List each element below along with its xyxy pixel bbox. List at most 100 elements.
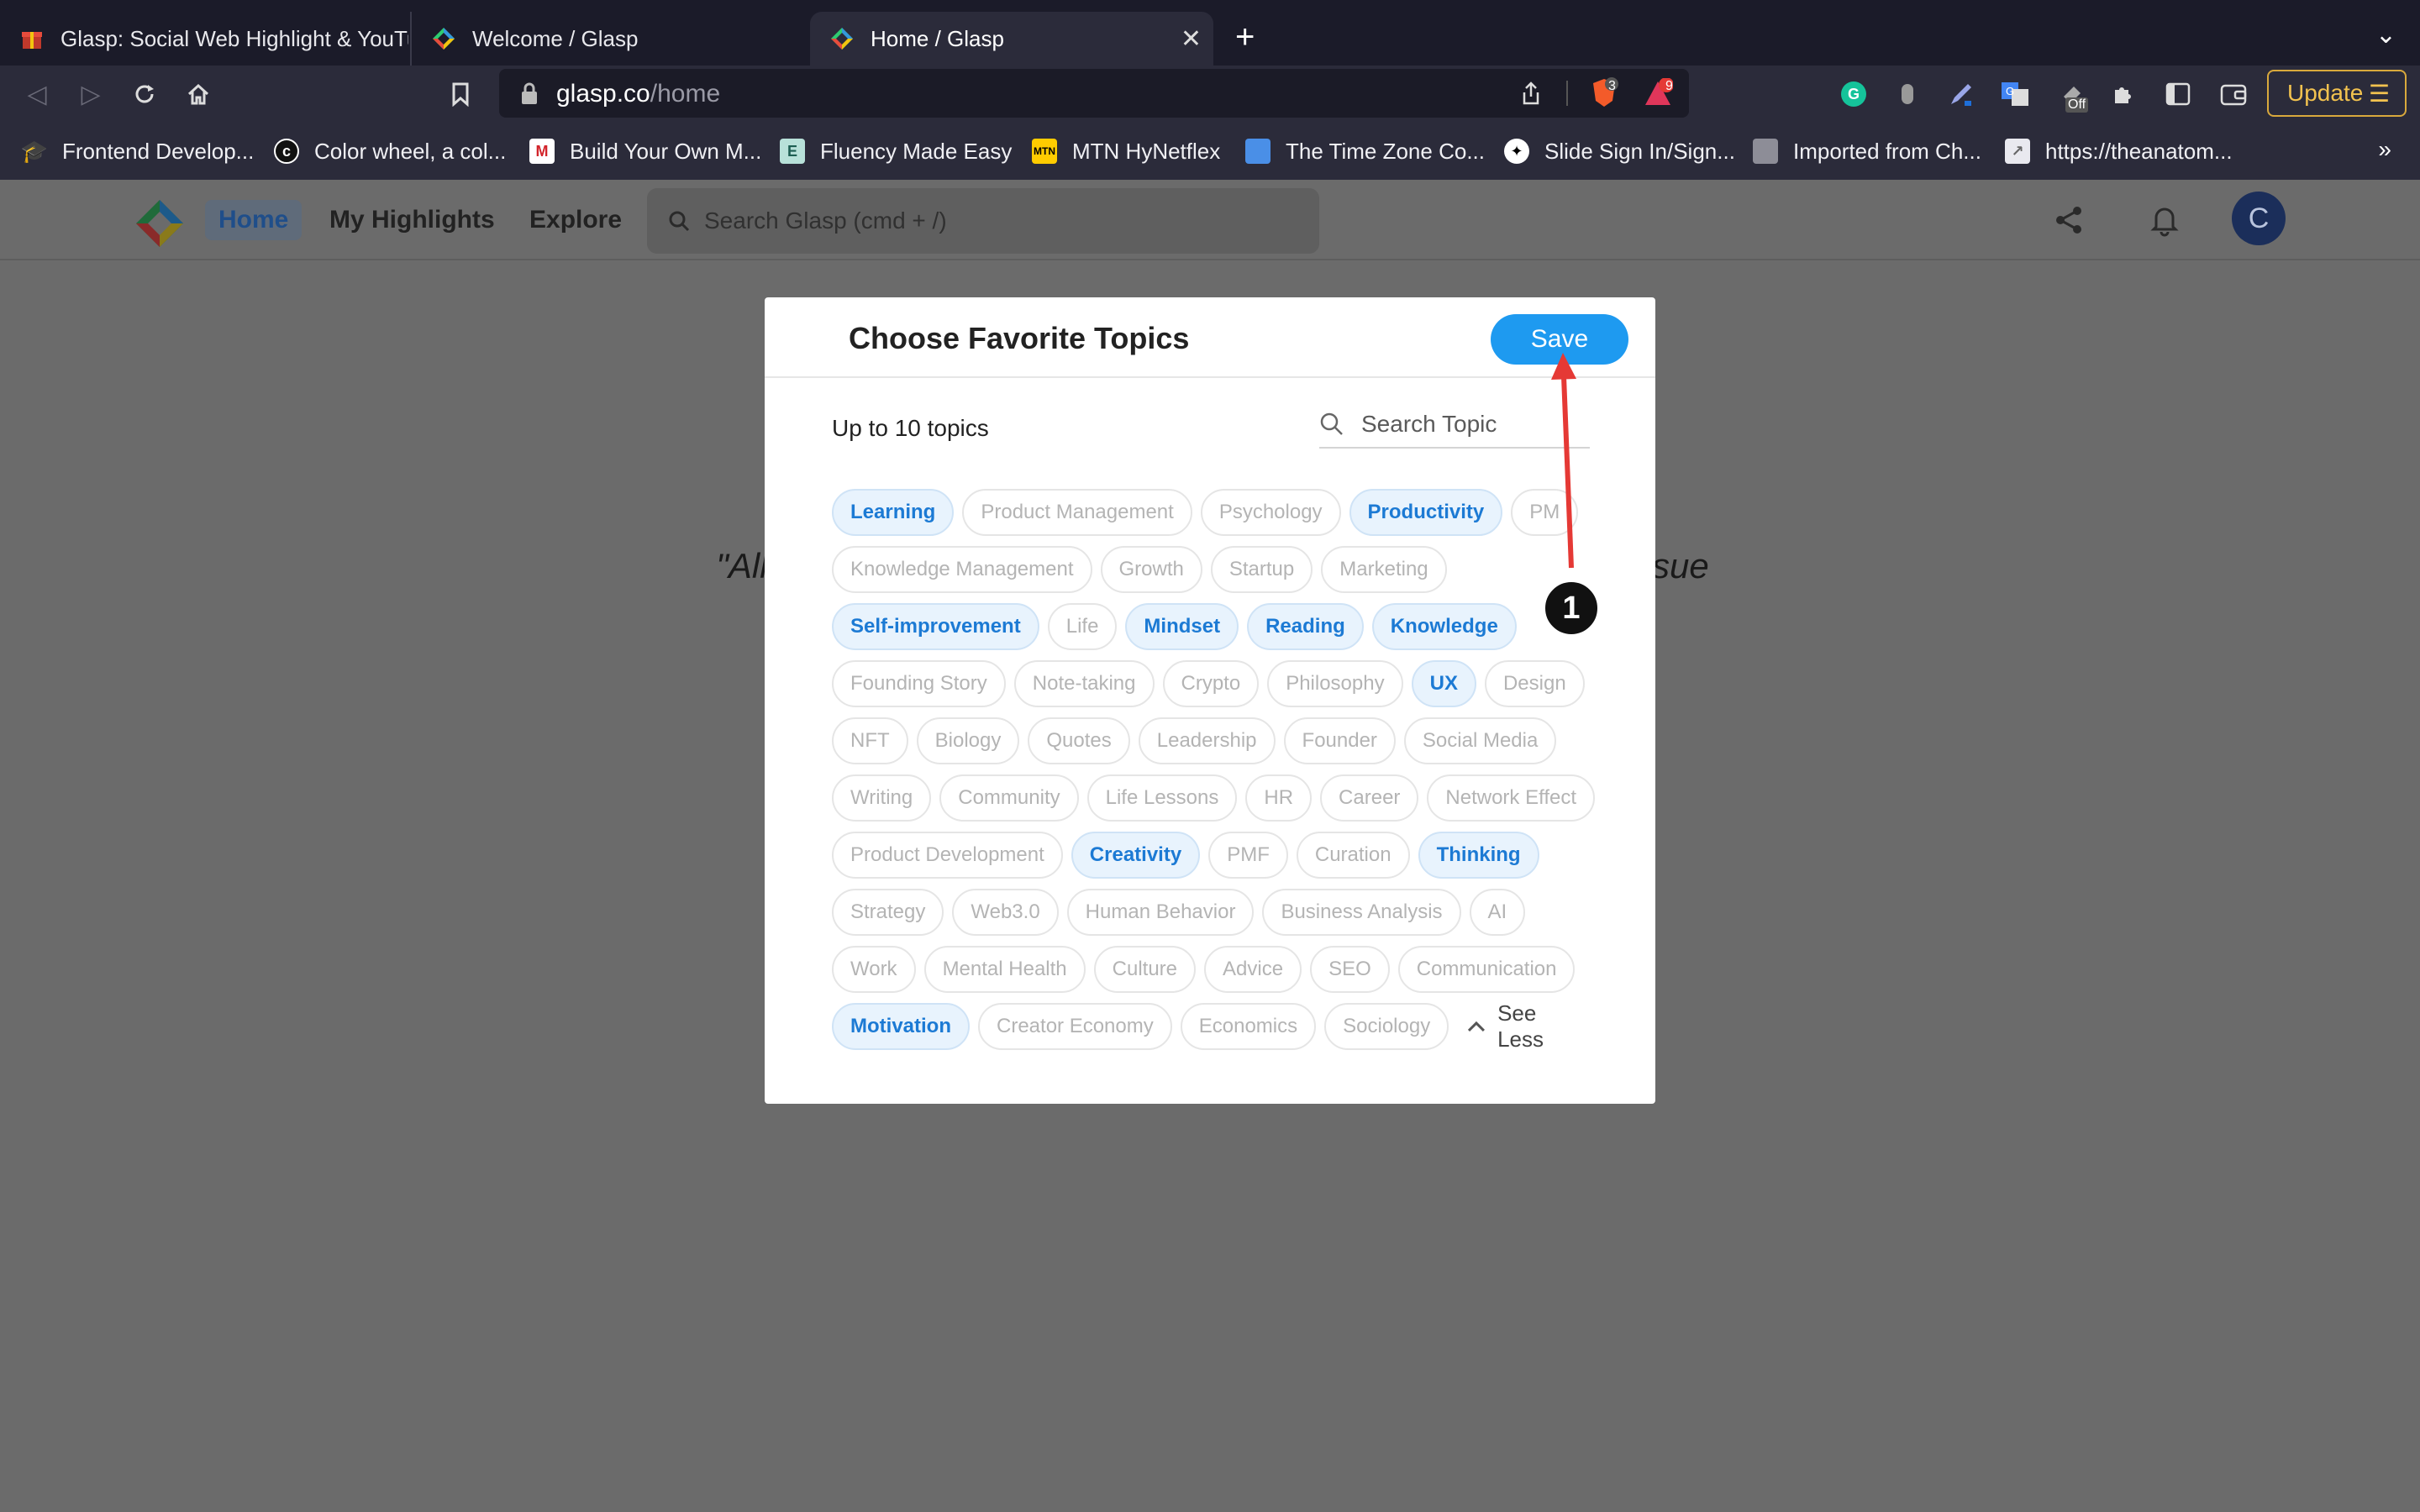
- topic-chip[interactable]: HR: [1245, 774, 1313, 822]
- tab-welcome-glasp[interactable]: Welcome / Glasp: [410, 12, 810, 66]
- brave-rewards-icon[interactable]: 9: [1637, 77, 1679, 109]
- topic-chip[interactable]: Leadership: [1138, 717, 1276, 764]
- topic-search-input[interactable]: Search Topic: [1319, 402, 1590, 449]
- share-icon[interactable]: [1514, 77, 1548, 109]
- topic-chip[interactable]: Strategy: [832, 889, 944, 936]
- topic-chip[interactable]: Product Development: [832, 832, 1063, 879]
- bookmark-mtn[interactable]: MTN MTN HyNetflex: [1032, 134, 1220, 168]
- tab-glasp-social[interactable]: Glasp: Social Web Highlight & YouTu: [0, 12, 408, 66]
- tab-close-icon[interactable]: ✕: [1181, 24, 1202, 54]
- extensions-puzzle-icon[interactable]: [2106, 77, 2139, 111]
- topic-chip[interactable]: Creativity: [1071, 832, 1201, 879]
- topic-chip[interactable]: Product Management: [962, 489, 1192, 536]
- topic-chip[interactable]: Founder: [1283, 717, 1396, 764]
- bookmark-imported[interactable]: Imported from Ch...: [1753, 134, 1981, 168]
- see-less-button[interactable]: See Less: [1457, 1000, 1588, 1052]
- wallet-icon[interactable]: [2217, 77, 2250, 111]
- topic-chip[interactable]: Communication: [1397, 946, 1576, 993]
- topic-chip[interactable]: Human Behavior: [1066, 889, 1255, 936]
- avatar[interactable]: C: [2232, 192, 2286, 245]
- bookmark-frontend[interactable]: 🎓 Frontend Develop...: [21, 134, 255, 168]
- topic-chip[interactable]: Crypto: [1162, 660, 1260, 707]
- topic-chip[interactable]: PM: [1511, 489, 1579, 536]
- bookmark-theanatom[interactable]: ↗ https://theanatom...: [2005, 134, 2233, 168]
- topic-chip[interactable]: Work: [832, 946, 916, 993]
- topic-chip[interactable]: Motivation: [832, 1003, 970, 1050]
- bookmark-icon[interactable]: [442, 76, 479, 113]
- bookmark-slide[interactable]: ✦ Slide Sign In/Sign...: [1504, 134, 1735, 168]
- topic-chip[interactable]: Sociology: [1324, 1003, 1449, 1050]
- topic-chip[interactable]: Self-improvement: [832, 603, 1039, 650]
- mouse-extension-icon[interactable]: [1891, 77, 1924, 111]
- grammarly-icon[interactable]: G: [1837, 77, 1870, 111]
- topic-chip[interactable]: Founding Story: [832, 660, 1006, 707]
- topic-chip[interactable]: Biology: [916, 717, 1020, 764]
- topic-chip[interactable]: Quotes: [1028, 717, 1130, 764]
- topic-chip[interactable]: Writing: [832, 774, 932, 822]
- topic-chip[interactable]: Web3.0: [952, 889, 1059, 936]
- topic-chip[interactable]: Curation: [1296, 832, 1410, 879]
- bookmark-time-zone[interactable]: The Time Zone Co...: [1245, 134, 1485, 168]
- topic-chip[interactable]: Culture: [1093, 946, 1197, 993]
- topic-chip[interactable]: Thinking: [1418, 832, 1539, 879]
- topic-chip[interactable]: Creator Economy: [978, 1003, 1172, 1050]
- topic-chip[interactable]: Growth: [1100, 546, 1202, 593]
- topic-chip-row: Knowledge Management Growth Startup Marketi…: [832, 546, 1447, 593]
- topic-chip[interactable]: Design: [1484, 660, 1585, 707]
- reload-icon[interactable]: [126, 76, 163, 113]
- topic-chip[interactable]: Reading: [1247, 603, 1364, 650]
- topic-chip[interactable]: Economics: [1180, 1003, 1317, 1050]
- topic-chip[interactable]: UX: [1411, 660, 1476, 707]
- modal-header: Choose Favorite Topics Save: [765, 297, 1655, 378]
- topic-chip[interactable]: Learning: [832, 489, 955, 536]
- topic-chip[interactable]: NFT: [832, 717, 908, 764]
- forward-icon[interactable]: ▷: [72, 76, 109, 113]
- translate-icon[interactable]: G: [1998, 77, 2032, 111]
- topic-chip[interactable]: Note-taking: [1013, 660, 1155, 707]
- topic-chip[interactable]: Knowledge: [1371, 603, 1517, 650]
- topic-chip[interactable]: Productivity: [1349, 489, 1503, 536]
- topic-chip[interactable]: Advice: [1204, 946, 1302, 993]
- topic-chip[interactable]: Career: [1320, 774, 1419, 822]
- nav-home[interactable]: Home: [205, 200, 302, 240]
- topic-chip[interactable]: Community: [939, 774, 1079, 822]
- new-tab-icon[interactable]: +: [1235, 18, 1255, 55]
- topic-chip[interactable]: Network Effect: [1427, 774, 1596, 822]
- pen-extension-icon[interactable]: [1944, 77, 1978, 111]
- bookmarks-overflow-icon[interactable]: »: [2378, 136, 2391, 163]
- share-icon[interactable]: [2045, 197, 2092, 244]
- nav-my-highlights[interactable]: My Highlights: [316, 200, 508, 240]
- topic-chip[interactable]: Mindset: [1125, 603, 1239, 650]
- topic-chip[interactable]: AI: [1469, 889, 1526, 936]
- tab-list-chevron-icon[interactable]: ⌄: [2375, 20, 2396, 50]
- topic-chip[interactable]: Startup: [1210, 546, 1313, 593]
- bookmark-fluency[interactable]: E Fluency Made Easy: [780, 134, 1012, 168]
- sidebar-icon[interactable]: [2161, 77, 2195, 111]
- topic-chip[interactable]: Psychology: [1200, 489, 1341, 536]
- brave-shields-icon[interactable]: 3: [1583, 77, 1625, 109]
- glasp-logo-icon[interactable]: [134, 198, 185, 249]
- bell-icon[interactable]: [2141, 197, 2188, 244]
- topic-chip[interactable]: Life: [1047, 603, 1118, 650]
- topic-search-placeholder: Search Topic: [1361, 411, 1497, 437]
- save-button[interactable]: Save: [1491, 314, 1628, 365]
- home-icon[interactable]: [180, 76, 217, 113]
- topic-chip[interactable]: Knowledge Management: [832, 546, 1092, 593]
- nav-explore[interactable]: Explore: [516, 200, 635, 240]
- bookmark-build-your-own[interactable]: M Build Your Own M...: [529, 134, 761, 168]
- address-bar[interactable]: glasp.co/home 3 9: [499, 69, 1689, 118]
- topic-chip[interactable]: PMF: [1208, 832, 1288, 879]
- bookmark-color-wheel[interactable]: c Color wheel, a col...: [274, 134, 506, 168]
- topic-chip[interactable]: Marketing: [1321, 546, 1447, 593]
- back-icon[interactable]: ◁: [18, 76, 55, 113]
- tab-home-glasp[interactable]: Home / Glasp ✕: [810, 12, 1213, 66]
- topic-chip[interactable]: Mental Health: [923, 946, 1086, 993]
- topic-chip[interactable]: Philosophy: [1267, 660, 1403, 707]
- topic-chip[interactable]: Life Lessons: [1086, 774, 1238, 822]
- topic-chip[interactable]: Business Analysis: [1262, 889, 1461, 936]
- update-button[interactable]: Update ☰: [2267, 70, 2407, 117]
- topic-chip[interactable]: SEO: [1310, 946, 1390, 993]
- off-extension-icon[interactable]: Off: [2057, 77, 2091, 113]
- topic-chip[interactable]: Social Media: [1403, 717, 1557, 764]
- site-search-input[interactable]: Search Glasp (cmd + /): [647, 188, 1319, 254]
